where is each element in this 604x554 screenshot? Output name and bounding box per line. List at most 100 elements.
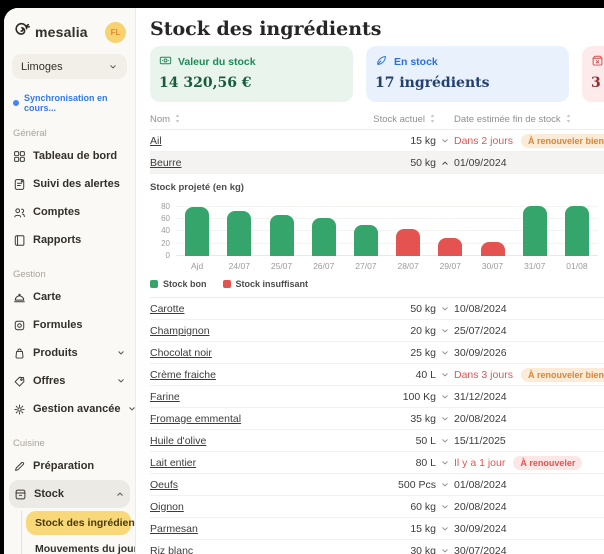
sort-icon	[565, 113, 572, 127]
app-window: mesalia FL Limoges Synchronisation en co…	[4, 8, 604, 554]
location-selector[interactable]: Limoges	[12, 54, 127, 79]
gear-icon	[13, 403, 26, 416]
bars	[176, 202, 598, 256]
banknote-icon	[159, 54, 172, 70]
summary-card-blue: En stock 17 ingrédients	[366, 46, 569, 102]
sidebar-item-carte[interactable]: Carte	[4, 283, 135, 311]
bar-good	[565, 206, 589, 256]
ingredients-table: Nom Stock actuel Date estimée fin de sto…	[150, 110, 604, 554]
date-cell: 30/09/2024	[454, 523, 604, 535]
expand-row-icon[interactable]	[436, 546, 454, 554]
y-axis-tick: 0	[150, 251, 170, 260]
expand-row-icon[interactable]	[436, 436, 454, 446]
sort-icon	[174, 113, 181, 127]
x-axis-tick: 01/08	[556, 261, 598, 271]
sync-status-label: Synchronisation en cours...	[24, 93, 126, 113]
expand-row-icon[interactable]	[436, 414, 454, 424]
ingredient-link[interactable]: Parmesan	[150, 523, 340, 535]
legend-label: Stock insuffisant	[236, 279, 309, 289]
sidebar-item-rapports[interactable]: Rapports	[4, 226, 135, 254]
bar-slot	[260, 202, 302, 256]
expand-row-icon[interactable]	[436, 392, 454, 402]
table-row: Crème fraiche40 LDans 3 joursÀ renouvele…	[150, 364, 604, 386]
dashboard-icon	[13, 150, 26, 163]
x-axis-tick: 30/07	[471, 261, 513, 271]
location-value: Limoges	[21, 61, 63, 73]
expand-row-icon[interactable]	[436, 524, 454, 534]
sidebar-item-offres[interactable]: Offres	[4, 367, 135, 395]
legend-swatch	[223, 280, 231, 288]
expand-row-icon[interactable]	[436, 370, 454, 380]
sidebar-item-mouvements-du-jour[interactable]: Mouvements du jour	[26, 537, 131, 554]
sidebar-item-formules[interactable]: Formules	[4, 311, 135, 339]
expand-row-icon[interactable]	[436, 458, 454, 468]
legend-item: Stock insuffisant	[223, 279, 309, 289]
date-value: 20/08/2024	[454, 501, 507, 513]
sync-dot-icon	[13, 100, 19, 106]
sidebar-item-stock[interactable]: Stock	[9, 480, 130, 508]
table-row: Champignon20 kg25/07/2024	[150, 320, 604, 342]
bar-good	[354, 225, 378, 256]
ingredient-link[interactable]: Crème fraiche	[150, 369, 340, 381]
sync-status: Synchronisation en cours...	[13, 93, 126, 113]
ingredient-link[interactable]: Chocolat noir	[150, 347, 340, 359]
ingredient-link[interactable]: Oignon	[150, 501, 340, 513]
sidebar-item-produits[interactable]: Produits	[4, 339, 135, 367]
expand-row-icon[interactable]	[436, 304, 454, 314]
stock-value: 15 kg	[340, 523, 436, 535]
ingredient-link[interactable]: Fromage emmental	[150, 413, 340, 425]
chevron-down-icon	[108, 62, 118, 72]
x-axis-tick: Ajd	[176, 261, 218, 271]
x-axis-tick: 29/07	[429, 261, 471, 271]
expand-row-icon[interactable]	[436, 348, 454, 358]
sidebar-item-tableau-de-bord[interactable]: Tableau de bord	[4, 142, 135, 170]
avatar[interactable]: FL	[105, 22, 126, 43]
expand-row-icon[interactable]	[436, 136, 454, 146]
ingredient-link[interactable]: Riz blanc	[150, 545, 340, 554]
date-cell: 01/08/2024	[454, 479, 604, 491]
sidebar-nav: GénéralTableau de bordSuivi des alertesC…	[4, 128, 135, 554]
stock-value: 35 kg	[340, 413, 436, 425]
column-header-name[interactable]: Nom	[150, 113, 340, 127]
bar-low	[438, 238, 462, 256]
sidebar-item-preparation[interactable]: Préparation	[4, 452, 135, 480]
summary-card-label-text: En stock	[394, 56, 438, 68]
date-cell: 25/07/2024	[454, 325, 604, 337]
expand-row-icon[interactable]	[436, 326, 454, 336]
brand: mesalia FL	[4, 20, 135, 44]
y-axis-tick: 80	[150, 202, 170, 211]
column-header-date[interactable]: Date estimée fin de stock	[454, 113, 604, 127]
pencil-icon	[13, 460, 26, 473]
date-value: Dans 3 jours	[454, 369, 513, 381]
expand-row-icon[interactable]	[436, 480, 454, 490]
sidebar-item-suivi-des-alertes[interactable]: Suivi des alertes	[4, 170, 135, 198]
stock-value: 50 kg	[340, 157, 436, 169]
collapse-row-icon[interactable]	[436, 158, 454, 168]
sidebar-item-comptes[interactable]: Comptes	[4, 198, 135, 226]
ingredient-link[interactable]: Huile d'olive	[150, 435, 340, 447]
legend-item: Stock bon	[150, 279, 207, 289]
table-row: Riz blanc30 kg30/07/2024	[150, 540, 604, 554]
package-x-icon	[591, 54, 604, 70]
date-cell: 01/09/2024	[454, 157, 604, 169]
table-header: Nom Stock actuel Date estimée fin de sto…	[150, 110, 604, 130]
sidebar-item-gestion-avancee[interactable]: Gestion avancée	[4, 395, 135, 423]
ingredient-link[interactable]: Ail	[150, 135, 340, 147]
table-row: Oignon60 kg20/08/2024	[150, 496, 604, 518]
ingredient-link[interactable]: Lait entier	[150, 457, 340, 469]
expand-row-icon[interactable]	[436, 502, 454, 512]
ingredient-link[interactable]: Carotte	[150, 303, 340, 315]
x-axis-tick: 28/07	[387, 261, 429, 271]
ingredient-link[interactable]: Oeufs	[150, 479, 340, 491]
sidebar-item-stock-des-ingredients[interactable]: Stock des ingrédients	[26, 511, 131, 535]
stock-value: 100 Kg	[340, 391, 436, 403]
summary-card-value: 17 ingrédients	[375, 75, 560, 91]
summary-cards: Valeur du stock14 320,56 €En stock17 ing…	[150, 46, 604, 102]
column-header-stock[interactable]: Stock actuel	[340, 113, 436, 127]
bar-low	[396, 229, 420, 256]
date-value: 01/09/2024	[454, 157, 507, 169]
ingredient-link[interactable]: Beurre	[150, 157, 340, 169]
ingredient-link[interactable]: Farine	[150, 391, 340, 403]
ingredient-link[interactable]: Champignon	[150, 325, 340, 337]
date-value: 25/07/2024	[454, 325, 507, 337]
